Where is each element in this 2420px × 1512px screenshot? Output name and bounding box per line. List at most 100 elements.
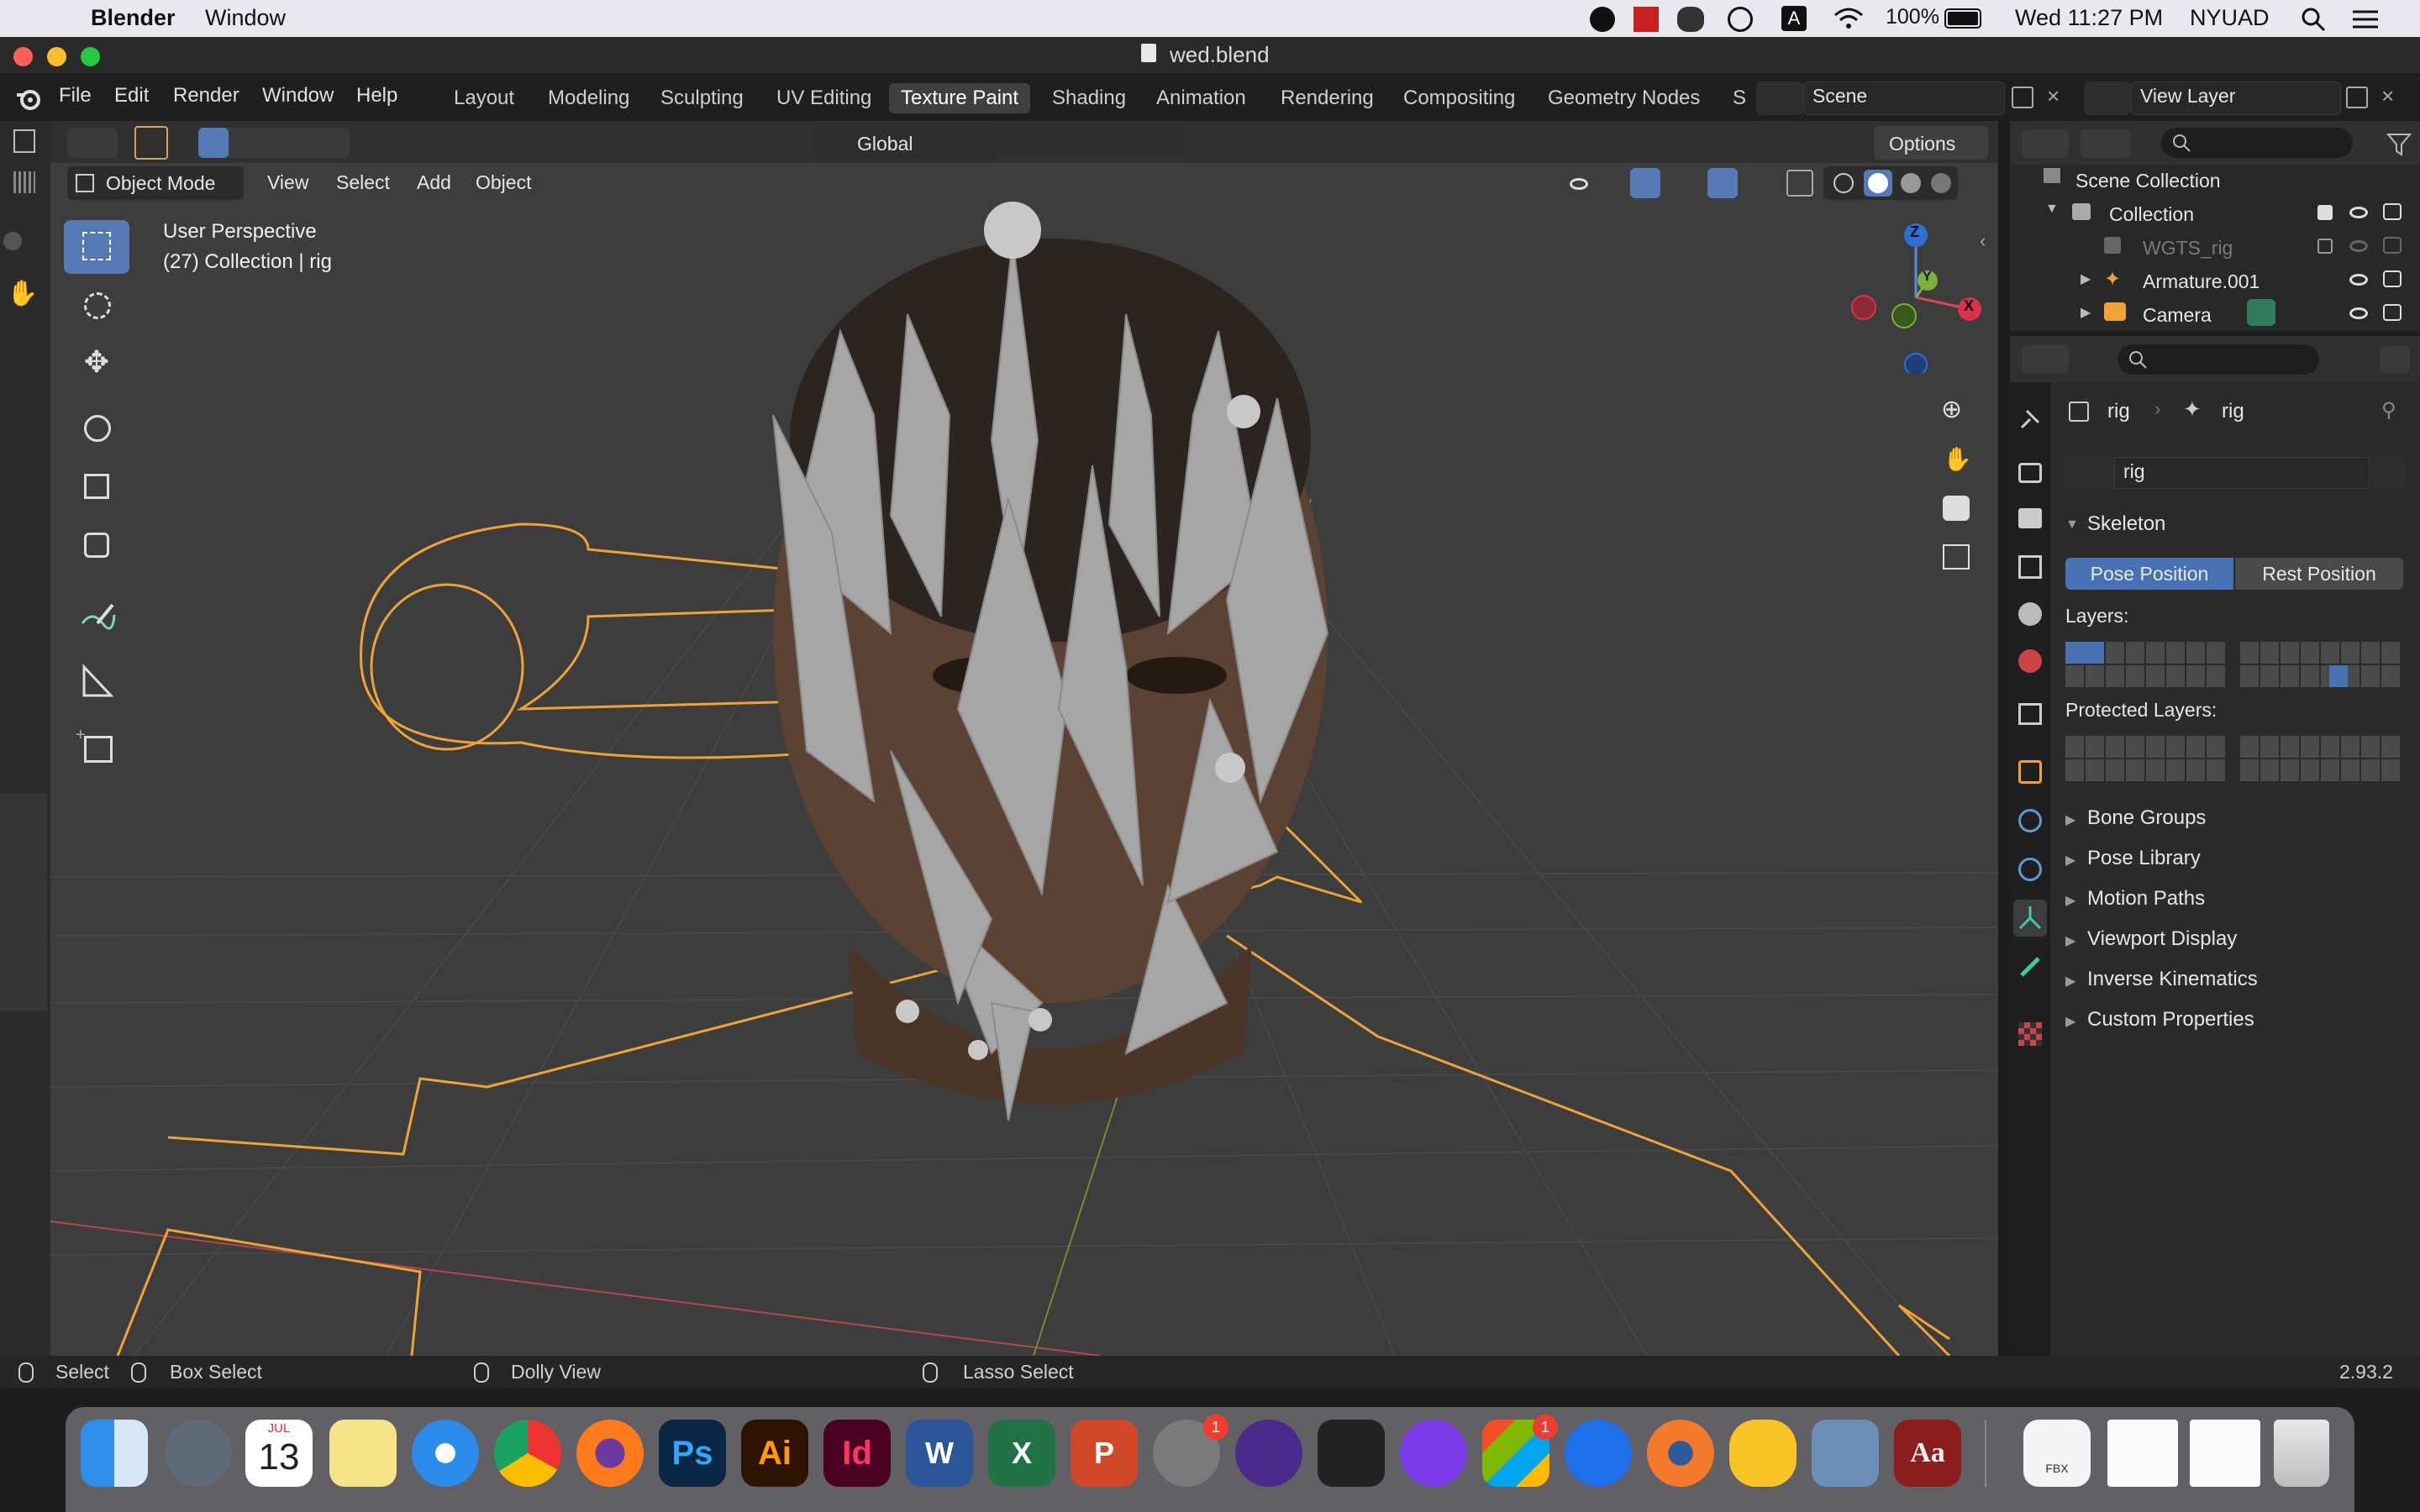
menubar-window[interactable]: Window bbox=[205, 5, 286, 31]
tab-modeling[interactable]: Modeling bbox=[536, 83, 641, 113]
outliner-item-wgts-rig[interactable]: WGTS_rig bbox=[2143, 237, 2233, 260]
toggle-perspective-icon[interactable] bbox=[1943, 544, 1970, 570]
move-tool[interactable]: ✥ bbox=[64, 344, 129, 398]
delete-scene-icon[interactable]: × bbox=[2047, 83, 2060, 109]
outliner-item-collection[interactable]: Collection bbox=[2109, 203, 2194, 226]
tab-scripting-truncated[interactable]: S bbox=[1721, 83, 1758, 113]
filter-icon[interactable] bbox=[2386, 133, 2412, 156]
annotate-tool[interactable] bbox=[64, 590, 129, 643]
expand-armature-icon[interactable]: ▶ bbox=[2081, 270, 2091, 287]
armature-data-browse-icon[interactable] bbox=[2064, 457, 2114, 489]
outliner-editor-type-dropdown[interactable] bbox=[2022, 129, 2069, 158]
dock-powerpoint-icon[interactable]: P bbox=[1071, 1420, 1138, 1487]
dock-safari-icon[interactable] bbox=[412, 1420, 479, 1487]
zoom-window-button[interactable] bbox=[81, 47, 100, 66]
collection-eye-icon[interactable] bbox=[2349, 207, 2368, 218]
skeleton-panel-header[interactable]: Skeleton bbox=[2087, 512, 2165, 536]
custom-properties-expand-icon[interactable]: ▶ bbox=[2065, 1013, 2075, 1030]
selection-mode-buttons[interactable] bbox=[198, 128, 350, 158]
protected-layers-grid-left[interactable] bbox=[2065, 736, 2227, 781]
expand-camera-icon[interactable]: ▶ bbox=[2081, 304, 2091, 321]
motion-paths-panel-header[interactable]: Motion Paths bbox=[2087, 887, 2205, 911]
dock-preview-icon[interactable] bbox=[1812, 1420, 1879, 1487]
layers-grid-left[interactable] bbox=[2065, 642, 2227, 687]
collection-properties-tab-icon[interactable] bbox=[2018, 703, 2042, 725]
texture-properties-tab-icon[interactable] bbox=[2018, 1022, 2042, 1046]
select-box-tool[interactable] bbox=[64, 220, 129, 274]
overlays-toggle-icon[interactable] bbox=[1707, 168, 1738, 198]
camera-render-icon[interactable] bbox=[2383, 304, 2402, 321]
accessibility-icon[interactable] bbox=[1728, 7, 1753, 32]
tab-texture-paint[interactable]: Texture Paint bbox=[889, 83, 1031, 113]
properties-options-dropdown[interactable] bbox=[2380, 346, 2410, 373]
menu-render[interactable]: Render bbox=[173, 84, 239, 108]
proportional-editing-dropdown[interactable] bbox=[1101, 128, 1185, 158]
dock-calendar-icon[interactable]: JUL 13 bbox=[245, 1420, 313, 1487]
properties-editor-type-dropdown[interactable] bbox=[2022, 344, 2069, 373]
rotate-tool[interactable] bbox=[64, 403, 129, 457]
camera-data-icon[interactable] bbox=[2247, 299, 2275, 326]
new-scene-icon[interactable] bbox=[2012, 87, 2033, 108]
motion-paths-expand-icon[interactable]: ▶ bbox=[2065, 892, 2075, 909]
view-layer-selector-icon[interactable] bbox=[2084, 81, 2131, 115]
tab-layout[interactable]: Layout bbox=[442, 83, 526, 113]
outliner-item-armature[interactable]: Armature.001 bbox=[2143, 270, 2260, 293]
dock-illustrator-icon[interactable]: Ai bbox=[741, 1420, 808, 1487]
bone-groups-expand-icon[interactable]: ▶ bbox=[2065, 811, 2075, 828]
close-window-button[interactable] bbox=[13, 47, 33, 66]
selectability-visibility-icon[interactable] bbox=[1566, 170, 1617, 198]
view-layer-field[interactable]: View Layer bbox=[2131, 81, 2341, 115]
select-tool-icon[interactable] bbox=[134, 126, 168, 160]
world-properties-tab-icon[interactable] bbox=[2018, 649, 2042, 673]
status-app-icon[interactable] bbox=[1590, 7, 1615, 32]
tab-geometry-nodes[interactable]: Geometry Nodes bbox=[1536, 83, 1712, 113]
xray-toggle-icon[interactable] bbox=[1786, 170, 1813, 197]
collection-camera-icon[interactable] bbox=[2383, 203, 2402, 220]
viewport-menu-select[interactable]: Select bbox=[336, 171, 390, 194]
spotlight-search-icon[interactable] bbox=[2301, 7, 2326, 38]
inverse-kinematics-expand-icon[interactable]: ▶ bbox=[2065, 973, 2075, 990]
hand-pan-icon[interactable]: ✋ bbox=[7, 279, 38, 308]
output-properties-tab-icon[interactable] bbox=[2018, 508, 2042, 528]
armature-eye-icon[interactable] bbox=[2349, 274, 2368, 286]
wgts-exclude-checkbox[interactable] bbox=[2317, 239, 2333, 254]
view-layer-properties-tab-icon[interactable] bbox=[2018, 555, 2042, 579]
dock-affinity-icon[interactable] bbox=[1400, 1420, 1467, 1487]
viewport-scene[interactable] bbox=[50, 163, 1998, 1356]
new-view-layer-icon[interactable] bbox=[2346, 87, 2368, 108]
dock-blender-icon[interactable] bbox=[1647, 1420, 1714, 1487]
zoom-view-icon[interactable]: ⊕ bbox=[1941, 395, 1962, 424]
editor-type-icon[interactable] bbox=[13, 129, 35, 153]
tab-compositing[interactable]: Compositing bbox=[1392, 83, 1527, 113]
camera-view-icon[interactable] bbox=[1943, 496, 1970, 521]
mode-dropdown[interactable]: Object Mode bbox=[67, 166, 244, 200]
tool-icon-dropdown[interactable] bbox=[67, 128, 118, 158]
object-properties-tab-icon[interactable] bbox=[2018, 760, 2042, 784]
dock-chrome-icon[interactable] bbox=[494, 1420, 561, 1487]
outliner-scene-collection[interactable]: Scene Collection bbox=[2075, 170, 2221, 192]
viewport-display-expand-icon[interactable]: ▶ bbox=[2065, 932, 2075, 949]
wifi-icon[interactable] bbox=[1832, 5, 1865, 38]
dock-imovie-icon[interactable] bbox=[1235, 1420, 1302, 1487]
scene-name-field[interactable]: Scene bbox=[1803, 81, 2005, 115]
rest-position-button[interactable]: Rest Position bbox=[2235, 558, 2403, 590]
input-source-icon[interactable]: A bbox=[1781, 6, 1807, 31]
dock-final-cut-icon[interactable] bbox=[1318, 1420, 1385, 1487]
physics-properties-tab-icon[interactable] bbox=[2018, 809, 2042, 832]
pin-icon[interactable]: ⚲ bbox=[2381, 398, 2396, 423]
custom-properties-panel-header[interactable]: Custom Properties bbox=[2087, 1008, 2254, 1032]
status-app-icon-red[interactable] bbox=[1634, 7, 1659, 32]
pose-library-expand-icon[interactable]: ▶ bbox=[2065, 852, 2075, 869]
add-area-icon[interactable] bbox=[3, 232, 22, 250]
dock-system-preferences-icon[interactable]: 1 bbox=[1153, 1415, 1228, 1487]
outliner-search-input[interactable] bbox=[2161, 128, 2353, 158]
inverse-kinematics-panel-header[interactable]: Inverse Kinematics bbox=[2087, 968, 2258, 991]
viewport-display-panel-header[interactable]: Viewport Display bbox=[2087, 927, 2237, 951]
dock-cyberduck-icon[interactable] bbox=[1729, 1420, 1797, 1487]
menu-edit[interactable]: Edit bbox=[114, 84, 149, 108]
dock-launchpad-icon[interactable] bbox=[165, 1420, 232, 1487]
tool-properties-tab-icon[interactable] bbox=[2018, 407, 2042, 431]
dock-bluetooth-icon[interactable] bbox=[1565, 1420, 1632, 1487]
dock-finder-icon[interactable] bbox=[81, 1420, 148, 1487]
sidebar-toggle-chevron-icon[interactable]: ‹ bbox=[1980, 230, 1986, 252]
